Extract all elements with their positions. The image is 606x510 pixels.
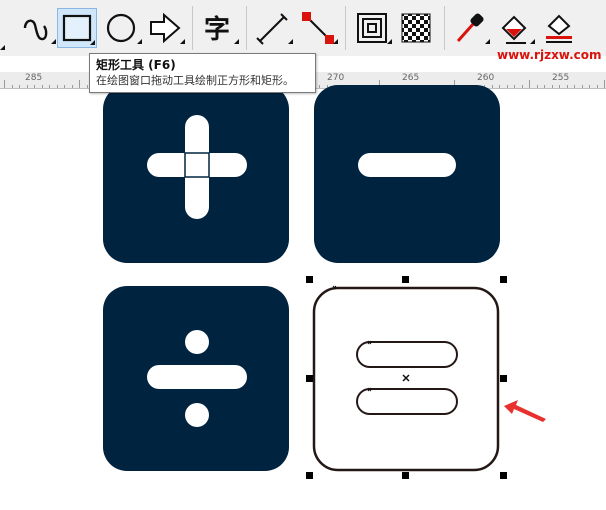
- transparency-tool-button[interactable]: [396, 8, 436, 48]
- rectangle-tool-button[interactable]: [57, 8, 97, 48]
- eyedropper-icon: [456, 13, 484, 42]
- ruler-tick: [521, 85, 523, 88]
- tooltip: 矩形工具 (F6) 在绘图窗口拖动工具绘制正方形和矩形。: [89, 53, 316, 93]
- selection-handle[interactable]: [306, 375, 313, 382]
- flyout-marker: [90, 40, 95, 45]
- divide-bottom-dot: [185, 403, 209, 427]
- tooltip-title: 矩形工具 (F6): [96, 58, 176, 72]
- ruler-tick: [19, 85, 20, 88]
- outline-tool-button[interactable]: [540, 8, 580, 48]
- contour-icon: [357, 13, 387, 43]
- flyout-marker: [530, 39, 535, 44]
- selection-handle[interactable]: [500, 472, 507, 479]
- selection-handle[interactable]: [402, 276, 409, 283]
- flyout-marker: [137, 39, 142, 44]
- outline-pen-icon: [546, 14, 572, 43]
- ruler-tick: [506, 85, 508, 88]
- ruler-tick: [319, 85, 320, 88]
- toolbar-separator: [192, 6, 193, 50]
- ruler-label: 265: [402, 73, 420, 83]
- toolbar-separator: [246, 6, 247, 50]
- plus-icon-tile[interactable]: [103, 85, 289, 263]
- plus-overlap-outline: [184, 152, 210, 178]
- arrow-shape-icon: [150, 12, 181, 44]
- ellipse-tool-button[interactable]: [102, 8, 142, 48]
- ruler-tick: [544, 85, 545, 88]
- ruler-tick: [41, 85, 43, 88]
- ruler-tick: [11, 85, 13, 88]
- svg-text:字: 字: [204, 14, 230, 45]
- dimension-line-icon: [256, 13, 288, 45]
- equals-top-bar: [356, 341, 458, 368]
- drawing-canvas[interactable]: [0, 85, 606, 510]
- shape-tool-button[interactable]: [145, 8, 185, 48]
- divide-top-dot: [185, 330, 209, 354]
- ruler-tick: [26, 85, 28, 88]
- ruler-tick: [596, 85, 598, 88]
- toolbar-separator: [345, 6, 346, 50]
- selection-handle[interactable]: [500, 375, 507, 382]
- ruler-label: 255: [552, 73, 570, 83]
- equals-icon-selected[interactable]: [300, 274, 520, 484]
- freehand-icon: [23, 19, 48, 41]
- contour-tool-button[interactable]: [352, 8, 392, 48]
- ruler-tick: [49, 85, 50, 88]
- paint-bucket-icon: [501, 15, 527, 44]
- tooltip-description: 在绘图窗口拖动工具绘制正方形和矩形。: [96, 74, 294, 87]
- watermark-text: www.rjzxw.com: [497, 48, 602, 62]
- ruler-tick: [589, 85, 590, 88]
- divide-bar: [147, 365, 247, 389]
- flyout-marker: [51, 39, 56, 44]
- ruler-tick: [551, 85, 553, 88]
- ruler-tick: [536, 85, 538, 88]
- flyout-marker: [0, 45, 5, 50]
- minus-bar: [358, 153, 456, 177]
- flyout-marker: [387, 39, 392, 44]
- divide-icon-tile[interactable]: [103, 286, 289, 471]
- ruler-tick: [64, 85, 65, 88]
- selection-handle[interactable]: [306, 472, 313, 479]
- eyedropper-tool-button[interactable]: [450, 8, 490, 48]
- text-icon: 字: [204, 14, 230, 45]
- selection-handle[interactable]: [500, 276, 507, 283]
- ruler-label: 285: [25, 73, 43, 83]
- ruler-label: 270: [327, 73, 345, 83]
- ruler-tick: [604, 80, 605, 88]
- ruler-tick: [4, 80, 5, 88]
- ruler-tick: [71, 85, 73, 88]
- flyout-marker: [180, 39, 185, 44]
- ruler-tick: [491, 85, 493, 88]
- ruler-tick: [574, 85, 575, 88]
- ruler-tick: [581, 85, 583, 88]
- minus-icon-tile[interactable]: [314, 85, 500, 263]
- flyout-marker: [234, 39, 239, 44]
- flyout-marker: [333, 39, 338, 44]
- selection-handle[interactable]: [306, 276, 313, 283]
- toolbar-separator: [444, 6, 445, 50]
- freehand-tool-button[interactable]: [16, 8, 56, 48]
- red-arrow-icon: [504, 400, 546, 422]
- fill-tool-button[interactable]: [495, 8, 535, 48]
- checkerboard-icon: [401, 13, 431, 43]
- ruler-label: 260: [477, 73, 495, 83]
- ellipse-icon: [106, 13, 136, 43]
- ruler-tick: [566, 85, 568, 88]
- equals-bottom-bar: [356, 388, 458, 415]
- ruler-tick: [529, 80, 530, 88]
- ruler-tick: [86, 85, 88, 88]
- ruler-tick: [56, 85, 58, 88]
- text-tool-button[interactable]: 字: [199, 8, 239, 48]
- ruler-tick: [34, 85, 35, 88]
- line-tool-button[interactable]: [253, 8, 293, 48]
- flyout-marker: [485, 39, 490, 44]
- ruler-tick: [514, 85, 515, 88]
- ruler-tick: [499, 85, 500, 88]
- connector-icon: [302, 12, 334, 44]
- flyout-marker: [288, 39, 293, 44]
- selection-handle[interactable]: [402, 472, 409, 479]
- ruler-tick: [79, 80, 80, 88]
- connector-tool-button[interactable]: [298, 8, 338, 48]
- ruler-tick: [559, 85, 560, 88]
